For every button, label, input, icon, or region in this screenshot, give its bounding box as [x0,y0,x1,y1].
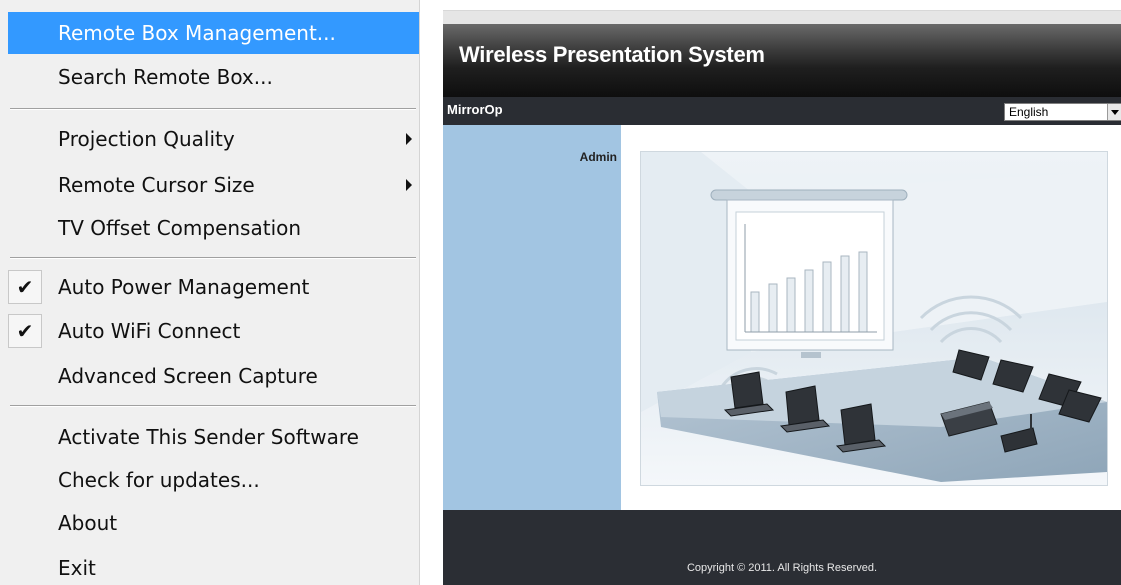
menu-item-exit[interactable]: Exit [0,547,419,585]
menu-item-label: Check for updates... [58,468,260,492]
menu-item-tv-offset-compensation[interactable]: TV Offset Compensation [0,207,419,249]
menu-separator [10,257,416,259]
menu-item-label: TV Offset Compensation [58,216,302,240]
menu-item-auto-wifi-connect[interactable]: ✔ Auto WiFi Connect [0,310,419,352]
menu-item-label: Remote Cursor Size [58,173,255,197]
menu-item-about[interactable]: About [0,502,419,544]
menu-item-activate-sender-software[interactable]: Activate This Sender Software [0,416,419,458]
header-banner: Wireless Presentation System [443,24,1121,97]
menu-item-label: Projection Quality [58,127,235,151]
menu-item-remote-box-management[interactable]: Remote Box Management... [8,12,419,54]
language-selected-value: English [1009,105,1049,119]
sidebar: Admin [443,125,621,510]
checkmark-icon: ✔ [8,270,42,304]
brand-label: MirrorOp [447,102,503,117]
menu-item-projection-quality[interactable]: Projection Quality [0,118,419,160]
submenu-arrow-icon [406,179,412,191]
menu-item-search-remote-box[interactable]: Search Remote Box... [0,56,419,98]
browser-top-strip [443,10,1121,25]
presentation-room-image [641,152,1107,485]
menu-item-label: Remote Box Management... [58,21,336,45]
chevron-down-icon[interactable] [1107,104,1121,120]
footer: Copyright © 2011. All Rights Reserved. [443,510,1121,585]
checkmark-icon: ✔ [8,314,42,348]
context-menu: Remote Box Management... Search Remote B… [0,0,420,585]
menu-item-label: Exit [58,556,96,580]
page-title: Wireless Presentation System [459,42,765,67]
language-select[interactable]: English [1004,103,1121,121]
menu-item-advanced-screen-capture[interactable]: Advanced Screen Capture [0,355,419,397]
menu-item-label: Auto Power Management [58,275,310,299]
web-admin-page: Wireless Presentation System MirrorOp En… [443,0,1121,585]
menu-item-auto-power-management[interactable]: ✔ Auto Power Management [0,266,419,308]
menu-item-remote-cursor-size[interactable]: Remote Cursor Size [0,164,419,206]
menu-item-label: Activate This Sender Software [58,425,359,449]
menu-separator [10,405,416,407]
menu-item-label: Search Remote Box... [58,65,273,89]
presentation-room-illustration [640,151,1108,486]
menu-item-label: Auto WiFi Connect [58,319,241,343]
copyright-text: Copyright © 2011. All Rights Reserved. [686,562,878,574]
menu-item-check-for-updates[interactable]: Check for updates... [0,459,419,501]
menu-separator [10,108,416,110]
submenu-arrow-icon [406,133,412,145]
menu-item-label: About [58,511,118,535]
sidebar-item-admin[interactable]: Admin [580,150,617,164]
menu-item-label: Advanced Screen Capture [58,364,318,388]
